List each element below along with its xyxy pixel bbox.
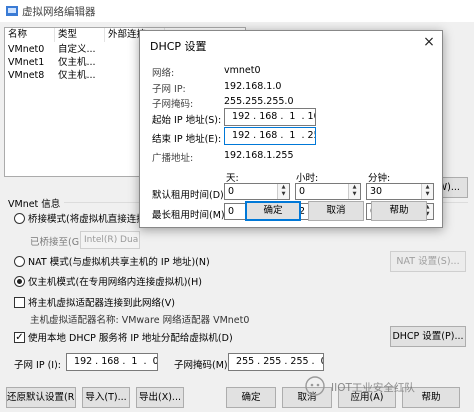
host-only-radio[interactable]: [14, 276, 25, 287]
bridge-mode-radio[interactable]: [14, 213, 25, 224]
column-header-type[interactable]: 类型: [55, 28, 105, 42]
restore-defaults-button[interactable]: 还原默认设置(R): [6, 387, 76, 408]
spinner-arrows-icon[interactable]: ▲▼: [277, 184, 289, 199]
wechat-logo-icon: [305, 376, 325, 396]
row-name: VMnet8: [8, 70, 45, 81]
dialog-title: DHCP 设置: [150, 40, 207, 53]
row-name: VMnet1: [8, 57, 45, 68]
nat-mode-radio[interactable]: [14, 256, 25, 267]
row-type: 仅主机...: [58, 70, 96, 81]
default-lease-label: 默认租用时间(D):: [152, 190, 227, 201]
row-type: 自定义...: [58, 44, 96, 55]
window-title: 虚拟网络编辑器: [22, 6, 96, 18]
subnet-mask-label: 子网掩码(M):: [174, 360, 231, 371]
bridged-to-select[interactable]: Intel(R) Dual Ba: [80, 231, 140, 249]
subnet-mask-label: 子网掩码:: [152, 99, 194, 110]
days-header: 天:: [226, 173, 239, 184]
default-lease-minutes-spinner[interactable]: 30 ▲ ▼: [366, 183, 434, 200]
use-dhcp-checkbox[interactable]: ✓: [14, 332, 25, 343]
spinner-arrows-icon[interactable]: ▲▼: [421, 184, 433, 199]
subnet-mask-field[interactable]: 255 . 255 . 255 . 0: [228, 353, 324, 371]
default-lease-hours-spinner[interactable]: 0 ▲ ▼: [295, 183, 361, 200]
spinner-value: 30: [370, 186, 383, 197]
dialog-help-button[interactable]: 帮助: [371, 201, 427, 221]
subnet-ip-field[interactable]: 192 . 168 . 1 . 0: [66, 353, 158, 371]
close-icon[interactable]: ×: [422, 35, 436, 49]
max-lease-label: 最长租用时间(M):: [152, 210, 228, 221]
network-value: vmnet0: [224, 65, 261, 76]
end-ip-label: 结束 IP 地址(E):: [152, 134, 222, 145]
watermark-text: IIOT工业安全红队: [331, 382, 415, 394]
nat-settings-button[interactable]: NAT 设置(S)...: [390, 251, 466, 272]
row-type: 仅主机...: [58, 57, 96, 68]
broadcast-value: 192.168.1.255: [224, 150, 294, 161]
dialog-cancel-button[interactable]: 取消: [308, 201, 364, 221]
subnet-ip-label: 子网 IP (I):: [14, 360, 61, 371]
minutes-header: 分钟:: [368, 173, 391, 184]
end-ip-field[interactable]: 192 . 168 . 1 . 250: [224, 127, 316, 145]
subnet-mask-value: 255.255.255.0: [224, 96, 294, 107]
subnet-ip-label: 子网 IP:: [152, 84, 186, 95]
ok-button[interactable]: 确定: [226, 387, 276, 408]
dhcp-settings-button[interactable]: DHCP 设置(P)...: [390, 326, 466, 347]
start-ip-label: 起始 IP 地址(S):: [152, 115, 222, 126]
export-button[interactable]: 导出(X)...: [136, 387, 184, 408]
column-header-name[interactable]: 名称: [5, 28, 55, 42]
vmnet-info-title: VMnet 信息: [8, 199, 61, 210]
connect-adapter-label[interactable]: 将主机虚拟适配器连接到此网络(V): [28, 295, 175, 309]
dialog-ok-button[interactable]: 确定: [245, 201, 301, 221]
hours-header: 小时:: [296, 173, 319, 184]
start-ip-field[interactable]: 192 . 168 . 1 . 100: [224, 108, 316, 126]
connect-adapter-checkbox[interactable]: [14, 297, 25, 308]
network-editor-icon: [6, 6, 18, 16]
checkmark-icon: ✓: [15, 332, 24, 343]
spinner-value: 0: [228, 186, 235, 197]
adapter-name-text: 主机虚拟适配器名称: VMware 网络适配器 VMnet0: [30, 315, 250, 326]
use-dhcp-label[interactable]: 使用本地 DHCP 服务将 IP 地址分配给虚拟机(D): [28, 330, 233, 344]
import-button[interactable]: 导入(T)...: [82, 387, 130, 408]
subnet-ip-value: 192.168.1.0: [224, 81, 282, 92]
nat-mode-label[interactable]: NAT 模式(与虚拟机共享主机的 IP 地址)(N): [28, 254, 210, 268]
spinner-value: 0: [228, 206, 235, 217]
row-name: VMnet0: [8, 44, 45, 55]
host-only-label[interactable]: 仅主机模式(在专用网络内连接虚拟机)(H): [28, 274, 202, 288]
dhcp-settings-dialog: DHCP 设置 × 网络: vmnet0 子网 IP: 192.168.1.0 …: [139, 30, 443, 228]
default-lease-days-spinner[interactable]: 0 ▲ ▼: [224, 183, 290, 200]
bridged-to-label: 已桥接至(G):: [30, 237, 86, 248]
network-label: 网络:: [152, 68, 175, 79]
spinner-arrows-icon[interactable]: ▲▼: [348, 184, 360, 199]
broadcast-label: 广播地址:: [152, 153, 194, 164]
spinner-value: 0: [299, 186, 306, 197]
